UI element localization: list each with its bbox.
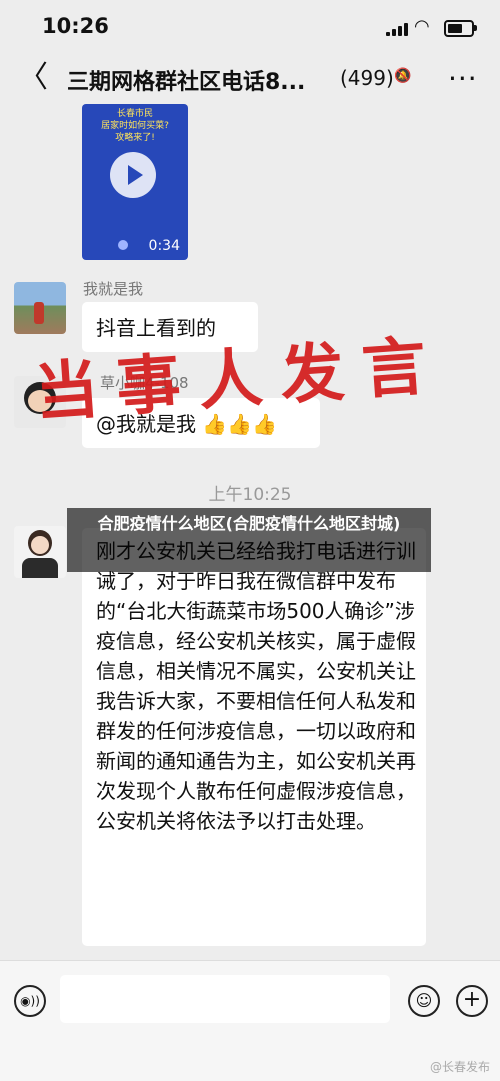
message-text: 刚才公安机关已经给我打电话进行训诫了，对于昨日我在微信群中发布的“台北大街蔬菜市… — [96, 539, 416, 833]
wifi-icon: ◠ — [414, 16, 430, 37]
video-message[interactable]: 长春市民 居家时如何买菜? 攻略来了! 0:34 — [82, 104, 188, 260]
member-count: (499) — [340, 66, 394, 90]
battery-tip — [474, 25, 477, 31]
article-title-banner: 合肥疫情什么地区(合肥疫情什么地区封城) — [67, 508, 431, 572]
source-credit: @长春发布 — [429, 1060, 490, 1074]
back-button[interactable]: 〈 — [18, 60, 48, 96]
video-caption: 长春市民 居家时如何买菜? 攻略来了! — [101, 109, 169, 143]
clock: 10:26 — [42, 14, 109, 38]
message-timestamp: 上午10:25 — [208, 485, 292, 505]
avatar-figure — [34, 302, 44, 324]
input-bar: ◉)) ☺ + — [0, 960, 500, 1041]
sender-name: 我就是我 — [83, 280, 144, 298]
avatar[interactable] — [14, 282, 66, 334]
video-duration: 0:34 — [148, 238, 180, 254]
chat-bubble[interactable]: 刚才公安机关已经给我打电话进行训诫了，对于昨日我在微信群中发布的“台北大街蔬菜市… — [82, 528, 426, 946]
voice-input-button[interactable]: ◉)) — [14, 985, 46, 1017]
bottom-strip — [0, 1040, 500, 1081]
avatar-body — [22, 558, 58, 578]
signal-icon — [386, 22, 408, 36]
status-bar: 10:26 ◠ — [0, 0, 500, 52]
message-input[interactable] — [60, 975, 390, 1023]
more-options-button[interactable]: ··· — [448, 62, 478, 95]
channel-logo-icon — [118, 240, 128, 250]
play-icon[interactable] — [110, 152, 156, 198]
chat-title: 三期网格群社区电话8... — [67, 70, 306, 95]
chat-header: 〈 三期网格群社区电话8... (499) 🔕 ··· — [0, 52, 500, 106]
emoji-button[interactable]: ☺ — [408, 985, 440, 1017]
avatar[interactable] — [14, 526, 66, 578]
mute-icon: 🔕 — [394, 68, 412, 84]
article-title: 合肥疫情什么地区(合肥疫情什么地区封城) — [97, 514, 401, 533]
more-actions-button[interactable]: + — [456, 985, 488, 1017]
avatar-face — [31, 536, 49, 554]
battery-icon — [444, 20, 474, 37]
